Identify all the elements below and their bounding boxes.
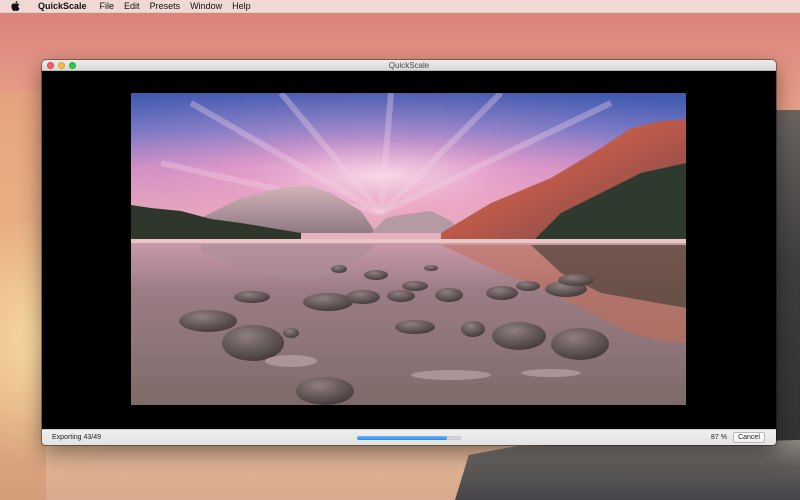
menu-app-name[interactable]: QuickScale [33,0,95,13]
menu-edit[interactable]: Edit [119,0,145,13]
close-window-button[interactable] [47,62,54,69]
menu-file[interactable]: File [95,0,120,13]
wallpaper-bottom-rock [455,440,800,500]
maximize-window-button[interactable] [69,62,76,69]
window-controls [47,62,76,69]
preview-image [131,93,686,405]
export-progress-bar [357,436,461,440]
menu-help[interactable]: Help [227,0,256,13]
export-status-text: Exporting 43/49 [52,434,102,441]
apple-logo-icon[interactable] [9,0,21,12]
export-progress-fill [357,436,448,440]
menu-bar: QuickScale File Edit Presets Window Help [0,0,800,13]
window-title: QuickScale [388,60,430,70]
cancel-button[interactable]: Cancel [733,432,765,443]
export-status-bar: Exporting 43/49 87 % Cancel [42,429,776,445]
menu-presets[interactable]: Presets [145,0,186,13]
preview-canvas [42,72,776,429]
quickscale-window: QuickScale Exporting 43/49 87 % Cancel [42,60,776,445]
menu-window[interactable]: Window [185,0,227,13]
window-titlebar[interactable]: QuickScale [42,60,776,71]
minimize-window-button[interactable] [58,62,65,69]
export-percent: 87 % [711,434,727,441]
